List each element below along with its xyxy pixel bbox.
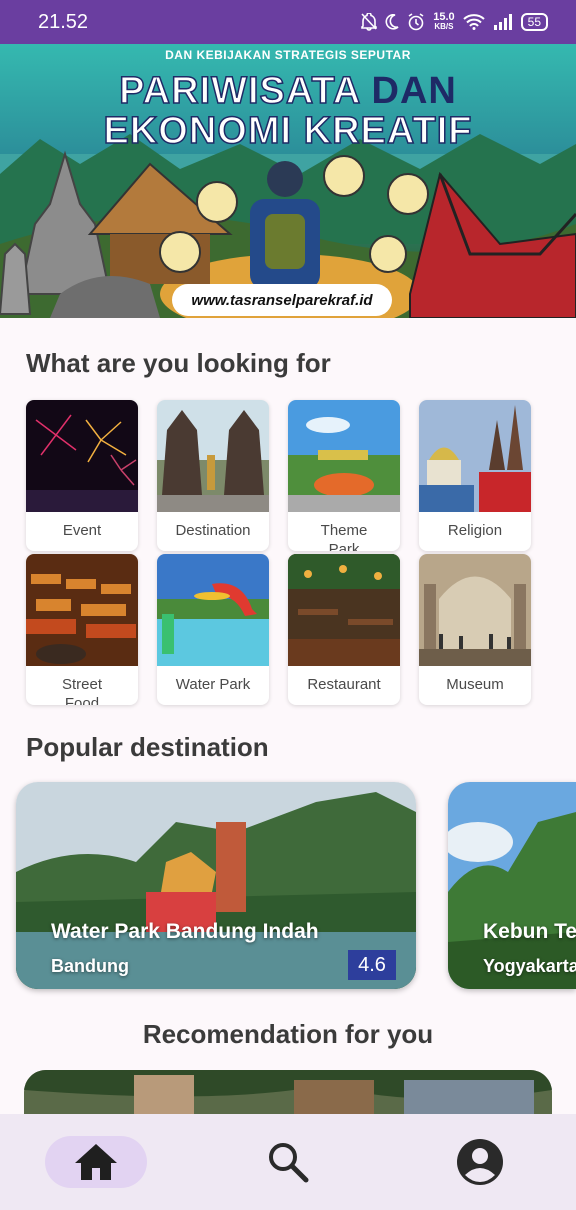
category-theme-park[interactable]: Theme Park [288,400,400,551]
notifications-off-icon [361,13,378,31]
battery-indicator: 55 [520,13,548,31]
moon-icon [385,14,399,30]
destination-card[interactable]: Water Park Bandung Indah Bandung 4.6 [16,782,416,989]
rating-badge: 4.6 [348,950,396,980]
status-icons: 15.0 KB/S 55 [361,12,548,32]
destination-name: Kebun Te [483,920,576,943]
nav-account[interactable] [384,1114,576,1210]
category-religion[interactable]: Religion [419,400,531,551]
category-theme-park-image [288,400,400,512]
recommendation-title: Recomendation for you [142,1019,434,1049]
category-museum-image [419,554,531,666]
destination-name: Water Park Bandung Indah [51,920,319,943]
search-icon [269,1143,309,1183]
banner-title-line2: EKONOMI KREATIF [103,109,473,153]
bottom-navigation [0,1114,576,1210]
category-restaurant-image [288,554,400,666]
home-icon [75,1144,117,1180]
banner-title-word: PARIWISATA [118,69,360,113]
category-label: Street Food [61,676,103,705]
banner-title-line1: PARIWISATA DAN [0,69,576,113]
net-speed-value: 15.0 [433,11,455,23]
category-water-park-image [157,554,269,666]
wifi-icon [462,14,485,30]
nav-home[interactable] [0,1114,192,1210]
banner-url[interactable]: www.tasranselparekraf.id [172,284,392,316]
net-speed-unit: KB/S [434,22,454,31]
nav-search[interactable] [192,1114,384,1210]
category-religion-image [419,400,531,512]
banner-top-line: DAN KEBIJAKAN STRATEGIS SEPUTAR [165,48,411,62]
category-label: Destination [175,522,251,539]
category-destination-image [157,400,269,512]
signal-icon [493,14,512,30]
status-time: 21.52 [38,10,89,33]
category-water-park[interactable]: Water Park [157,554,269,705]
category-restaurant[interactable]: Restaurant [288,554,400,705]
category-label: Religion [447,522,503,539]
net-speed: 15.0 KB/S [433,12,454,32]
category-street-food-image [26,554,138,666]
destination-card[interactable]: Kebun Te Yogyakarta [448,782,576,989]
category-label: Museum [446,676,504,693]
category-museum[interactable]: Museum [419,554,531,705]
account-icon [457,1139,503,1185]
category-street-food[interactable]: Street Food [26,554,138,705]
category-label: Theme Park [320,522,368,551]
category-event-image [26,400,138,512]
categories-title: What are you looking for [26,348,331,378]
popular-title: Popular destination [26,732,269,762]
category-event[interactable]: Event [26,400,138,551]
category-label: Restaurant [307,676,381,693]
category-label: Water Park [175,676,251,693]
category-label: Event [62,522,102,539]
destination-city: Yogyakarta [483,956,576,976]
alarm-icon [408,13,424,31]
banner-title-word-dark: DAN [371,70,457,112]
category-destination[interactable]: Destination [157,400,269,551]
promo-banner[interactable]: DAN KEBIJAKAN STRATEGIS SEPUTAR PARIWISA… [0,44,576,318]
status-bar: 21.52 15.0 KB/S 55 [0,0,576,44]
destination-city: Bandung [51,956,129,976]
